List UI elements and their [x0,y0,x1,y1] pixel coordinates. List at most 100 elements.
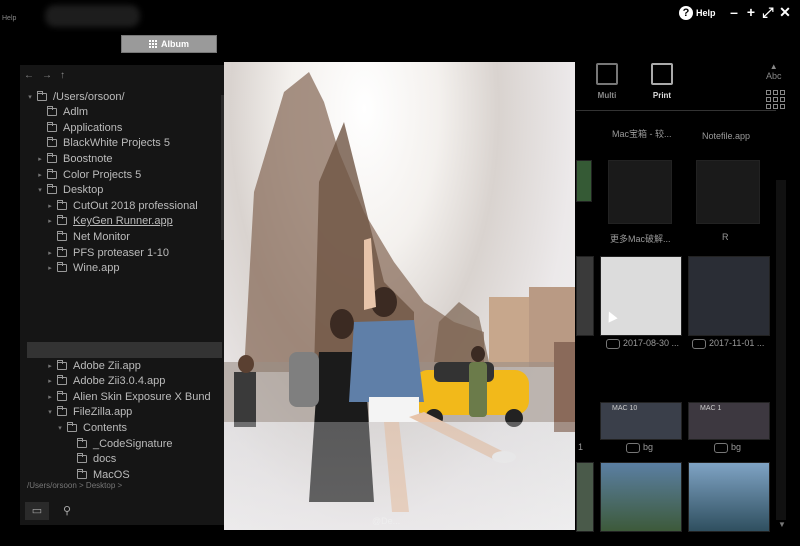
landscape-thumbnail[interactable] [600,462,682,532]
tree-item[interactable]: Adlm [36,105,88,120]
bg-caption-1: MAC 10 [612,405,638,412]
screenshot-thumbnail[interactable] [600,256,682,336]
chevron-right-icon[interactable]: ▸ [36,155,44,163]
tree-item-label: Adobe Zii.app [73,359,141,372]
folder-icon [57,262,67,273]
multi-label: Multi [597,91,617,100]
tree-item[interactable]: BlackWhite Projects 5 [36,136,170,151]
folder-icon [47,121,57,132]
tree-item[interactable]: Applications [36,120,122,135]
chevron-down-icon[interactable]: ▾ [56,424,64,432]
folder-view-button[interactable]: ▭ [25,502,49,520]
thumb-label-3[interactable]: 更多Mac破解... [610,232,671,245]
tree-item-label: Alien Skin Exposure X Bund [73,390,211,403]
forward-icon[interactable]: → [42,70,52,81]
help-button[interactable]: ? Help [679,5,716,21]
tree-item[interactable]: Net Monitor [46,229,130,244]
tree-item[interactable]: ▸ PFS proteaser 1-10 [46,245,169,260]
photo-preview[interactable]: @De... [224,62,575,530]
close-button[interactable]: ✕ [778,5,792,19]
multi-icon [596,63,618,85]
landscape-thumbnail[interactable] [688,462,770,532]
chevron-right-icon[interactable]: ▸ [46,249,54,257]
help-icon: ? [679,6,693,20]
camera-icon [626,442,640,453]
photo-watermark: @De... [372,516,401,526]
tab-album[interactable]: Album [121,35,217,53]
chevron-right-icon[interactable]: ▸ [46,362,54,370]
screenshot-thumbnail[interactable] [688,256,770,336]
tree-item[interactable]: ▾ /Users/orsoon/ [26,89,125,104]
thumbnail-scrollbar[interactable] [776,180,786,520]
tree-item-label: Adobe Zii3.0.4.app [73,375,166,388]
chevron-right-icon[interactable]: ▸ [46,377,54,385]
tree-item[interactable]: ▾ FileZilla.app [46,405,132,420]
tree-divider[interactable] [27,342,222,358]
landscape-thumbnail-partial[interactable] [576,462,594,532]
folder-icon [77,437,87,448]
tree-item[interactable]: ▸ KeyGen Runner.app [46,214,173,229]
thumb-label-4[interactable]: R [722,232,729,242]
sort-abc-button[interactable]: ▲ Abc [766,62,782,81]
thumb-label-edge: 1 [578,442,584,452]
thumb-label-5[interactable]: 2017-08-30 ... [606,338,679,349]
tree-item[interactable]: _CodeSignature [66,436,173,451]
thumbnail-partial[interactable] [576,256,594,336]
folder-icon [57,230,67,241]
chevron-right-icon[interactable]: ▸ [46,217,54,225]
folder-icon [47,152,57,163]
tree-item[interactable]: ▸ CutOut 2018 professional [46,198,198,213]
thumb-label-1[interactable]: Mac宝箱 - 较... [612,127,672,140]
folder-thumbnail[interactable] [696,160,760,224]
folder-icon [57,359,67,370]
print-label: Print [652,91,672,100]
chevron-right-icon[interactable]: ▸ [36,171,44,179]
chevron-down-icon[interactable]: ▾ [26,93,34,101]
folder-icon [57,246,67,257]
thumb-label-6[interactable]: 2017-11-01 ... [692,338,764,349]
back-icon[interactable]: ← [24,70,34,81]
fullscreen-button[interactable]: ⤢ [761,5,775,19]
photo-ground [224,422,575,530]
tree-item[interactable]: MacOS [66,467,130,482]
thumb-label-2[interactable]: Notefile.app [702,131,750,141]
search-icon[interactable]: ⚲ [55,502,79,520]
maximize-button[interactable]: + [744,5,758,19]
tree-item-label: docs [93,453,117,466]
chevron-right-icon[interactable]: ▸ [46,393,54,401]
folder-icon [77,468,87,479]
folder-icon [77,453,87,464]
path-breadcrumb: /Users/orsoon > Desktop > [27,481,123,490]
tree-item-label: Color Projects 5 [63,168,142,181]
tree-item[interactable]: ▸ Adobe Zii.app [46,358,141,373]
folder-icon [57,406,67,417]
grid-view-icon[interactable] [766,90,785,109]
tree-item[interactable]: docs [66,452,116,467]
multi-button[interactable]: Multi [596,63,618,100]
chevron-down-icon[interactable]: ▾ [36,186,44,194]
tree-item-label: /Users/orsoon/ [53,90,125,103]
tree-item-label: Contents [83,421,128,434]
help-mini-label: Help [2,15,17,22]
tree-item[interactable]: ▸ Adobe Zii3.0.4.app [46,374,165,389]
printer-icon [651,63,673,85]
camera-icon [692,338,706,349]
thumbnail-partial[interactable] [576,160,592,202]
chevron-right-icon[interactable]: ▸ [46,264,54,272]
thumb-label-8[interactable]: bg [714,442,741,453]
tree-item[interactable]: ▾ Contents [56,420,127,435]
minimize-button[interactable]: – [727,5,741,19]
up-icon[interactable]: ↑ [60,70,65,81]
tree-item[interactable]: ▸ Alien Skin Exposure X Bund [46,389,211,404]
chevron-down-icon[interactable]: ▼ [778,520,786,529]
thumb-label-7[interactable]: bg [626,442,653,453]
tree-item-label: MacOS [93,468,130,481]
chevron-down-icon[interactable]: ▾ [46,408,54,416]
tree-item[interactable]: ▾ Desktop [36,183,103,198]
tree-item[interactable]: ▸ Boostnote [36,151,113,166]
chevron-right-icon[interactable]: ▸ [46,202,54,210]
tree-item[interactable]: ▸ Wine.app [46,261,119,276]
tree-item[interactable]: ▸ Color Projects 5 [36,167,141,182]
print-button[interactable]: Print [651,63,673,100]
folder-thumbnail[interactable] [608,160,672,224]
